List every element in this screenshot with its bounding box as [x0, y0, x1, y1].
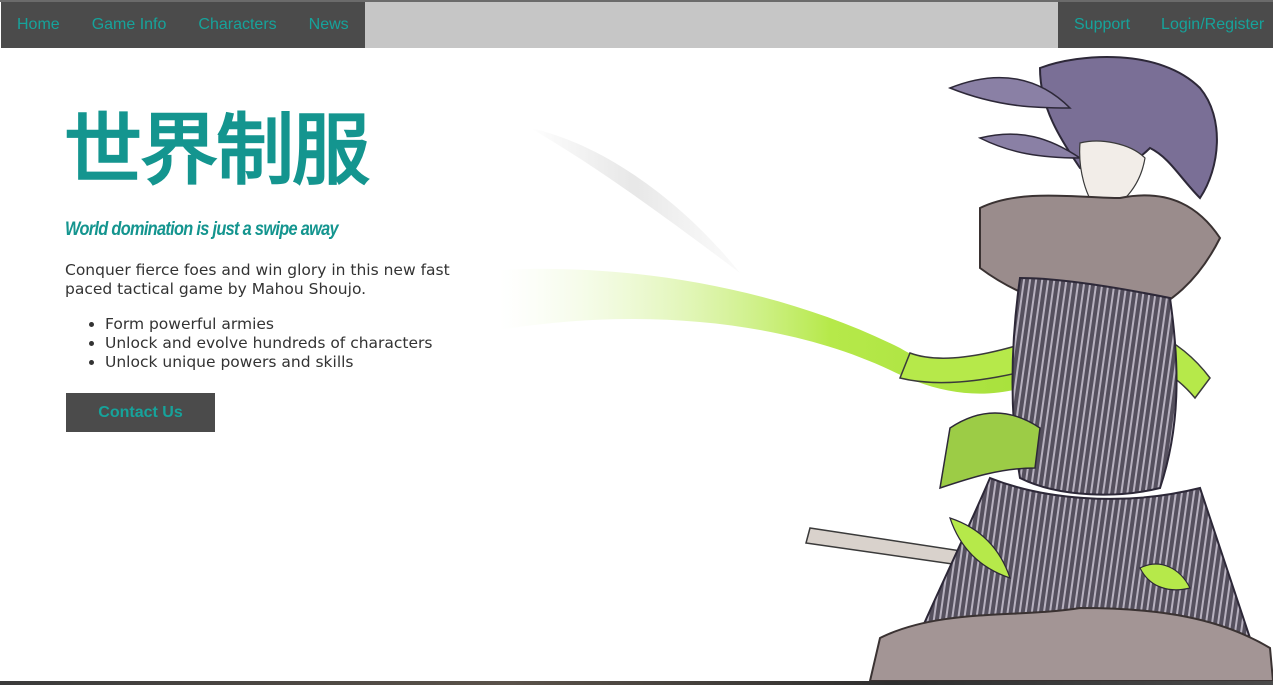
character-artwork: [500, 55, 1273, 681]
feature-list: Form powerful armies Unlock and evolve h…: [65, 315, 525, 372]
contact-us-button[interactable]: Contact Us: [66, 393, 215, 432]
wind-streak: [530, 128, 740, 273]
feature-item: Unlock unique powers and skills: [105, 353, 525, 372]
nav-link-support[interactable]: Support: [1058, 16, 1146, 34]
nav-link-news[interactable]: News: [293, 16, 365, 34]
nav-right-group: Support Login/Register: [1058, 2, 1273, 48]
nav-link-game-info[interactable]: Game Info: [76, 16, 183, 34]
feature-item: Form powerful armies: [105, 315, 525, 334]
nav-link-home[interactable]: Home: [1, 16, 76, 34]
nav-spacer: [365, 2, 1058, 48]
hero-title: 世界制服: [64, 106, 370, 196]
bottom-border: [0, 681, 1273, 685]
hero-tagline: World domination is just a swipe away: [65, 219, 339, 240]
nav-left-group: Home Game Info Characters News: [1, 2, 365, 48]
character-coat: [1011, 276, 1178, 496]
nav-link-characters[interactable]: Characters: [182, 16, 292, 34]
hero-description: Conquer fierce foes and win glory in thi…: [65, 261, 450, 298]
feature-item: Unlock and evolve hundreds of characters: [105, 334, 525, 353]
nav-link-login-register[interactable]: Login/Register: [1146, 16, 1272, 34]
